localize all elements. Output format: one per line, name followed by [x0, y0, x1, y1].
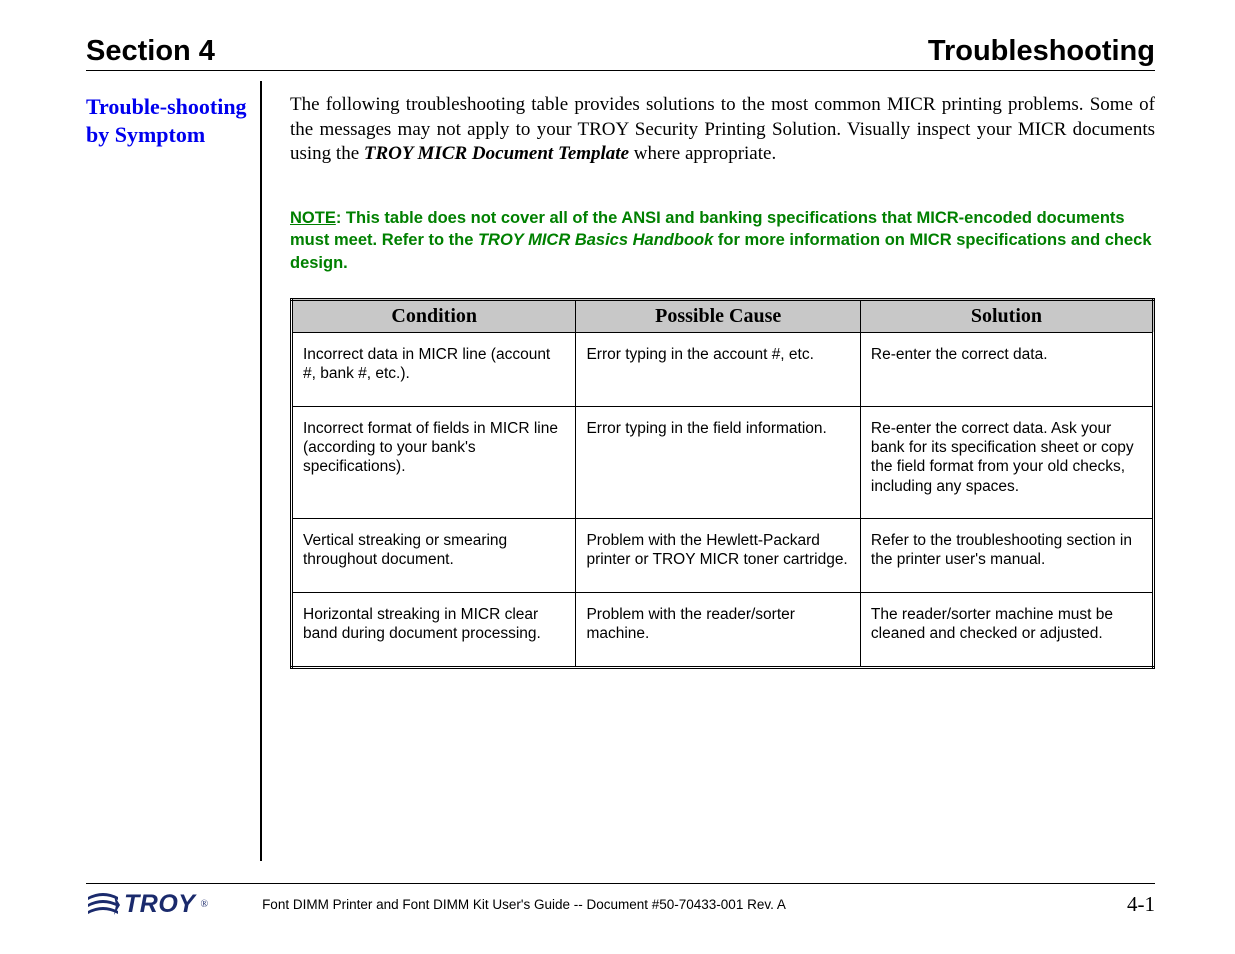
page-title: Troubleshooting — [928, 35, 1155, 68]
cell-solution: Re-enter the correct data. Ask your bank… — [860, 406, 1153, 519]
main-content: The following troubleshooting table prov… — [262, 81, 1155, 861]
page-header: Section 4 Troubleshooting — [86, 35, 1155, 71]
cell-cause: Error typing in the account #, etc. — [576, 332, 860, 406]
cell-cause: Problem with the Hewlett-Packard printer… — [576, 519, 860, 593]
note-paragraph: NOTE: This table does not cover all of t… — [290, 207, 1155, 274]
cell-condition: Horizontal streaking in MICR clear band … — [292, 592, 576, 667]
handbook-name: TROY MICR Basics Handbook — [478, 231, 713, 249]
cell-cause: Problem with the reader/sorter machine. — [576, 592, 860, 667]
cell-condition: Vertical streaking or smearing throughou… — [292, 519, 576, 593]
cell-condition: Incorrect format of fields in MICR line … — [292, 406, 576, 519]
col-header-cause: Possible Cause — [576, 299, 860, 332]
logo-registered: ® — [200, 899, 208, 910]
sidebar: Trouble-shooting by Symptom — [86, 81, 262, 861]
section-label: Section 4 — [86, 35, 215, 68]
table-row: Incorrect format of fields in MICR line … — [292, 406, 1154, 519]
footer-doc-info: Font DIMM Printer and Font DIMM Kit User… — [262, 897, 1127, 912]
page-number: 4-1 — [1127, 892, 1155, 917]
template-name: TROY MICR Document Template — [364, 143, 629, 164]
troy-logo-icon — [86, 891, 120, 919]
page-footer: TROY ® Font DIMM Printer and Font DIMM Ki… — [86, 883, 1155, 919]
cell-solution: Re-enter the correct data. — [860, 332, 1153, 406]
table-row: Incorrect data in MICR line (account #, … — [292, 332, 1154, 406]
table-header-row: Condition Possible Cause Solution — [292, 299, 1154, 332]
troubleshooting-table: Condition Possible Cause Solution Incorr… — [290, 298, 1155, 669]
cell-condition: Incorrect data in MICR line (account #, … — [292, 332, 576, 406]
cell-solution: The reader/sorter machine must be cleane… — [860, 592, 1153, 667]
col-header-condition: Condition — [292, 299, 576, 332]
intro-text-2: where appropriate. — [629, 143, 776, 164]
logo-text: TROY — [124, 890, 195, 919]
troy-logo: TROY ® — [86, 890, 208, 919]
intro-paragraph: The following troubleshooting table prov… — [290, 93, 1155, 167]
col-header-solution: Solution — [860, 299, 1153, 332]
cell-cause: Error typing in the field information. — [576, 406, 860, 519]
sidebar-heading: Trouble-shooting by Symptom — [86, 93, 250, 148]
table-row: Horizontal streaking in MICR clear band … — [292, 592, 1154, 667]
table-row: Vertical streaking or smearing throughou… — [292, 519, 1154, 593]
note-label: NOTE — [290, 209, 336, 227]
cell-solution: Refer to the troubleshooting section in … — [860, 519, 1153, 593]
